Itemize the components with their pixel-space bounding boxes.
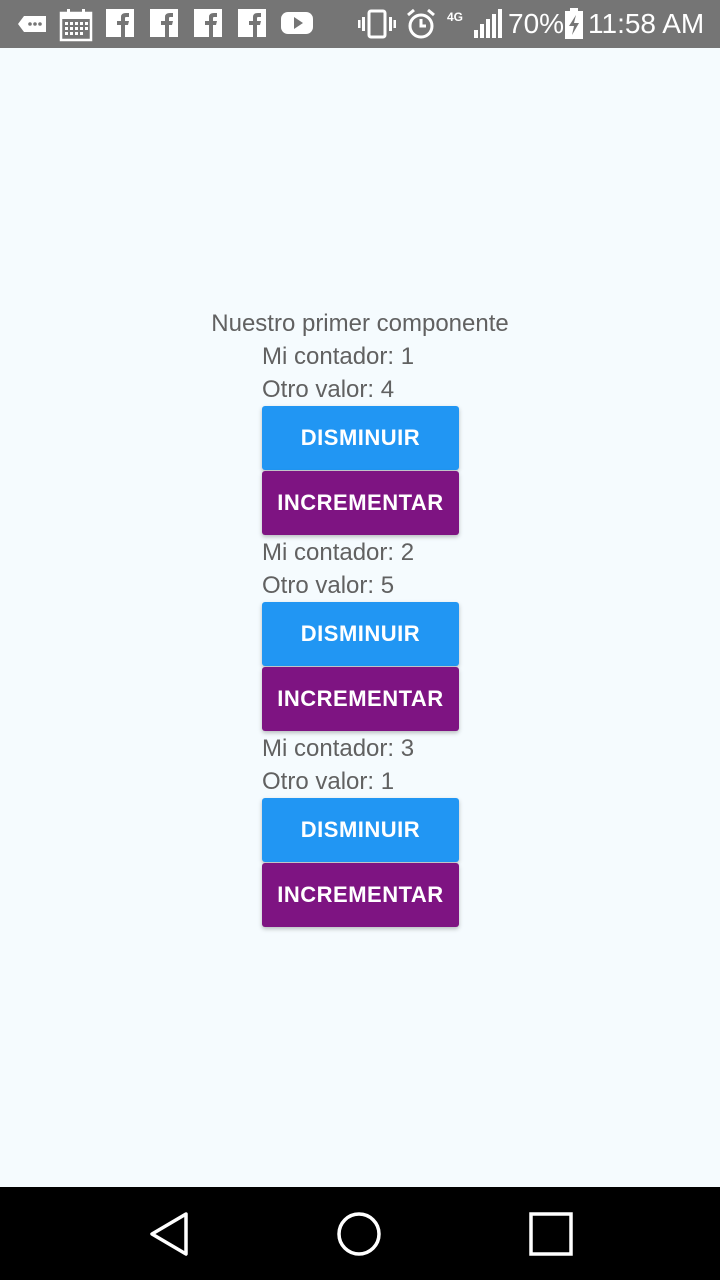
status-bar: 4G 70% 11:58 AM (0, 0, 720, 48)
facebook-icon (150, 8, 178, 40)
main-content: Nuestro primer componente Mi contador: 1… (0, 48, 720, 1187)
battery-icon (564, 8, 584, 40)
back-icon[interactable] (146, 1209, 196, 1259)
decrement-button[interactable]: DISMINUIR (262, 406, 459, 470)
page-title: Nuestro primer componente (211, 310, 509, 337)
recents-icon[interactable] (526, 1209, 576, 1259)
value-label: Otro valor: 4 (262, 376, 395, 403)
counter-component: Mi contador: 2 Otro valor: 5 DISMINUIR I… (262, 536, 459, 731)
navigation-bar (0, 1187, 720, 1280)
youtube-icon (280, 8, 314, 40)
increment-button[interactable]: INCREMENTAR (262, 471, 459, 535)
network-type: 4G (447, 10, 464, 24)
battery-percent: 70% (508, 8, 565, 39)
increment-button[interactable]: INCREMENTAR (262, 667, 459, 731)
message-icon (16, 8, 48, 40)
value-label: Otro valor: 5 (262, 572, 395, 599)
counter-label: Mi contador: 3 (262, 735, 415, 762)
calendar-icon (59, 8, 93, 42)
alarm-icon (405, 8, 437, 40)
value-label: Otro valor: 1 (262, 768, 395, 795)
counter-component: Mi contador: 3 Otro valor: 1 DISMINUIR I… (262, 732, 459, 927)
counter-label: Mi contador: 1 (262, 343, 415, 370)
facebook-icon (238, 8, 266, 40)
home-icon[interactable] (334, 1209, 384, 1259)
vibrate-icon (358, 8, 396, 40)
facebook-icon (106, 8, 134, 40)
counter-list: Mi contador: 1 Otro valor: 4 DISMINUIR I… (262, 340, 459, 928)
counter-component: Mi contador: 1 Otro valor: 4 DISMINUIR I… (262, 340, 459, 535)
clock: 11:58 AM (588, 8, 705, 39)
decrement-button[interactable]: DISMINUIR (262, 798, 459, 862)
signal-icon (470, 8, 504, 40)
increment-button[interactable]: INCREMENTAR (262, 863, 459, 927)
counter-label: Mi contador: 2 (262, 539, 415, 566)
facebook-icon (194, 8, 222, 40)
decrement-button[interactable]: DISMINUIR (262, 602, 459, 666)
